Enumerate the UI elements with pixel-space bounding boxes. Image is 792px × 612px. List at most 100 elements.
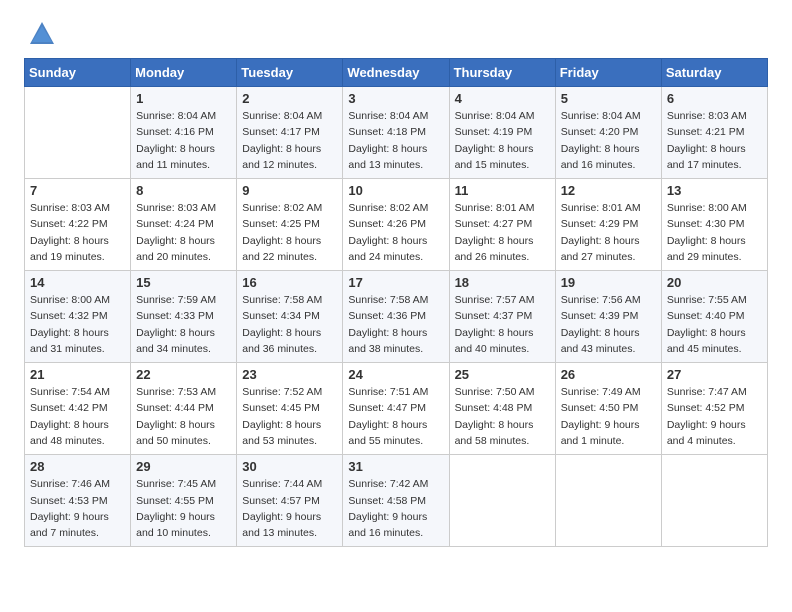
day-info: Sunrise: 8:04 AMSunset: 4:19 PMDaylight:… [455, 108, 550, 173]
day-number: 14 [30, 275, 125, 290]
day-info: Sunrise: 7:58 AMSunset: 4:34 PMDaylight:… [242, 292, 337, 357]
calendar-cell: 6Sunrise: 8:03 AMSunset: 4:21 PMDaylight… [661, 87, 767, 179]
day-info: Sunrise: 8:04 AMSunset: 4:16 PMDaylight:… [136, 108, 231, 173]
day-number: 28 [30, 459, 125, 474]
day-info: Sunrise: 7:57 AMSunset: 4:37 PMDaylight:… [455, 292, 550, 357]
day-info: Sunrise: 7:53 AMSunset: 4:44 PMDaylight:… [136, 384, 231, 449]
day-info: Sunrise: 7:59 AMSunset: 4:33 PMDaylight:… [136, 292, 231, 357]
calendar-cell: 19Sunrise: 7:56 AMSunset: 4:39 PMDayligh… [555, 271, 661, 363]
day-info: Sunrise: 7:47 AMSunset: 4:52 PMDaylight:… [667, 384, 762, 449]
weekday-header-friday: Friday [555, 59, 661, 87]
day-number: 2 [242, 91, 337, 106]
day-number: 25 [455, 367, 550, 382]
day-info: Sunrise: 8:04 AMSunset: 4:17 PMDaylight:… [242, 108, 337, 173]
calendar-cell: 29Sunrise: 7:45 AMSunset: 4:55 PMDayligh… [131, 455, 237, 547]
day-number: 4 [455, 91, 550, 106]
day-number: 31 [348, 459, 443, 474]
day-number: 26 [561, 367, 656, 382]
calendar-cell: 25 Sunrise: 7:50 AMSunset: 4:48 PMDayligh… [449, 363, 555, 455]
day-number: 9 [242, 183, 337, 198]
day-info: Sunrise: 7:54 AMSunset: 4:42 PMDaylight:… [30, 384, 125, 449]
calendar-cell: 22 Sunrise: 7:53 AMSunset: 4:44 PMDayligh… [131, 363, 237, 455]
calendar-cell: 20 Sunrise: 7:55 AMSunset: 4:40 PMDayligh… [661, 271, 767, 363]
day-info: Sunrise: 8:00 AMSunset: 4:30 PMDaylight:… [667, 200, 762, 265]
calendar-cell: 8 Sunrise: 8:03 AMSunset: 4:24 PMDaylight… [131, 179, 237, 271]
weekday-header-thursday: Thursday [449, 59, 555, 87]
day-number: 13 [667, 183, 762, 198]
day-number: 30 [242, 459, 337, 474]
day-info: Sunrise: 7:42 AMSunset: 4:58 PMDaylight:… [348, 476, 443, 541]
header [24, 20, 768, 48]
day-info: Sunrise: 7:58 AMSunset: 4:36 PMDaylight:… [348, 292, 443, 357]
calendar-cell: 31 Sunrise: 7:42 AMSunset: 4:58 PMDayligh… [343, 455, 449, 547]
calendar-cell: 28 Sunrise: 7:46 AMSunset: 4:53 PMDayligh… [25, 455, 131, 547]
day-number: 8 [136, 183, 231, 198]
calendar-cell: 17 Sunrise: 7:58 AMSunset: 4:36 PMDayligh… [343, 271, 449, 363]
calendar-cell: 11 Sunrise: 8:01 AMSunset: 4:27 PMDayligh… [449, 179, 555, 271]
day-info: Sunrise: 8:01 AMSunset: 4:27 PMDaylight:… [455, 200, 550, 265]
day-number: 7 [30, 183, 125, 198]
day-number: 11 [455, 183, 550, 198]
calendar-cell: 12 Sunrise: 8:01 AMSunset: 4:29 PMDayligh… [555, 179, 661, 271]
day-number: 15 [136, 275, 231, 290]
day-number: 1 [136, 91, 231, 106]
weekday-header-monday: Monday [131, 59, 237, 87]
day-number: 18 [455, 275, 550, 290]
day-number: 5 [561, 91, 656, 106]
day-number: 3 [348, 91, 443, 106]
day-number: 29 [136, 459, 231, 474]
calendar-cell: 4 Sunrise: 8:04 AMSunset: 4:19 PMDaylight… [449, 87, 555, 179]
day-info: Sunrise: 8:03 AMSunset: 4:22 PMDaylight:… [30, 200, 125, 265]
calendar-cell: 2 Sunrise: 8:04 AMSunset: 4:17 PMDaylight… [237, 87, 343, 179]
calendar-cell: 27 Sunrise: 7:47 AMSunset: 4:52 PMDayligh… [661, 363, 767, 455]
day-info: Sunrise: 7:50 AMSunset: 4:48 PMDaylight:… [455, 384, 550, 449]
calendar-cell [661, 455, 767, 547]
weekday-header-saturday: Saturday [661, 59, 767, 87]
day-info: Sunrise: 7:44 AMSunset: 4:57 PMDaylight:… [242, 476, 337, 541]
day-number: 22 [136, 367, 231, 382]
day-info: Sunrise: 7:51 AMSunset: 4:47 PMDaylight:… [348, 384, 443, 449]
calendar-cell: 24 Sunrise: 7:51 AMSunset: 4:47 PMDayligh… [343, 363, 449, 455]
day-info: Sunrise: 8:02 AMSunset: 4:26 PMDaylight:… [348, 200, 443, 265]
day-number: 16 [242, 275, 337, 290]
logo [24, 20, 56, 48]
day-number: 20 [667, 275, 762, 290]
calendar-cell: 9Sunrise: 8:02 AMSunset: 4:25 PMDaylight… [237, 179, 343, 271]
calendar-cell: 3 Sunrise: 8:04 AMSunset: 4:18 PMDaylight… [343, 87, 449, 179]
calendar-cell [555, 455, 661, 547]
day-number: 17 [348, 275, 443, 290]
day-info: Sunrise: 7:46 AMSunset: 4:53 PMDaylight:… [30, 476, 125, 541]
calendar-cell: 15 Sunrise: 7:59 AMSunset: 4:33 PMDayligh… [131, 271, 237, 363]
day-info: Sunrise: 7:56 AMSunset: 4:39 PMDaylight:… [561, 292, 656, 357]
day-number: 12 [561, 183, 656, 198]
logo-icon [28, 20, 56, 48]
day-info: Sunrise: 8:04 AMSunset: 4:20 PMDaylight:… [561, 108, 656, 173]
calendar-cell: 14 Sunrise: 8:00 AMSunset: 4:32 PMDayligh… [25, 271, 131, 363]
calendar-cell: 30 Sunrise: 7:44 AMSunset: 4:57 PMDayligh… [237, 455, 343, 547]
calendar-cell: 10 Sunrise: 8:02 AMSunset: 4:26 PMDayligh… [343, 179, 449, 271]
day-info: Sunrise: 8:00 AMSunset: 4:32 PMDaylight:… [30, 292, 125, 357]
day-info: Sunrise: 8:03 AMSunset: 4:21 PMDaylight:… [667, 108, 762, 173]
calendar-cell: 18 Sunrise: 7:57 AMSunset: 4:37 PMDayligh… [449, 271, 555, 363]
calendar-cell: 21 Sunrise: 7:54 AMSunset: 4:42 PMDayligh… [25, 363, 131, 455]
calendar-cell: 23 Sunrise: 7:52 AMSunset: 4:45 PMDayligh… [237, 363, 343, 455]
calendar-cell: 7 Sunrise: 8:03 AMSunset: 4:22 PMDaylight… [25, 179, 131, 271]
day-info: Sunrise: 8:03 AMSunset: 4:24 PMDaylight:… [136, 200, 231, 265]
day-number: 10 [348, 183, 443, 198]
day-info: Sunrise: 7:52 AMSunset: 4:45 PMDaylight:… [242, 384, 337, 449]
weekday-header-sunday: Sunday [25, 59, 131, 87]
calendar-cell: 5 Sunrise: 8:04 AMSunset: 4:20 PMDaylight… [555, 87, 661, 179]
day-info: Sunrise: 8:01 AMSunset: 4:29 PMDaylight:… [561, 200, 656, 265]
day-number: 24 [348, 367, 443, 382]
day-number: 23 [242, 367, 337, 382]
calendar-cell: 16 Sunrise: 7:58 AMSunset: 4:34 PMDayligh… [237, 271, 343, 363]
day-number: 21 [30, 367, 125, 382]
day-info: Sunrise: 8:04 AMSunset: 4:18 PMDaylight:… [348, 108, 443, 173]
calendar-table: SundayMondayTuesdayWednesdayThursdayFrid… [24, 58, 768, 547]
calendar-cell: 26Sunrise: 7:49 AMSunset: 4:50 PMDayligh… [555, 363, 661, 455]
calendar-cell: 13 Sunrise: 8:00 AMSunset: 4:30 PMDayligh… [661, 179, 767, 271]
calendar-cell [449, 455, 555, 547]
day-info: Sunrise: 7:55 AMSunset: 4:40 PMDaylight:… [667, 292, 762, 357]
day-number: 27 [667, 367, 762, 382]
weekday-header-tuesday: Tuesday [237, 59, 343, 87]
